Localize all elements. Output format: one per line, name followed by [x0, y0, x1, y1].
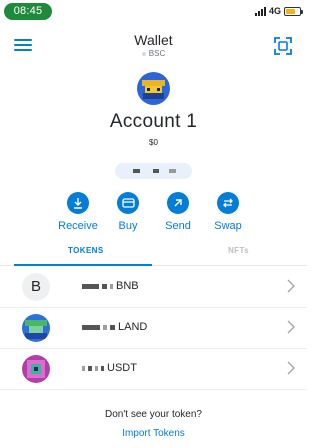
tab-tokens[interactable]: TOKENS [68, 246, 104, 255]
tab-nfts[interactable]: NFTs [228, 246, 249, 255]
status-time: 08:45 [4, 3, 52, 20]
chevron-right-icon [287, 320, 295, 334]
card-icon [117, 192, 139, 214]
status-indicators: 4G [254, 5, 303, 17]
battery-icon [284, 6, 303, 16]
active-tab-indicator [14, 264, 152, 266]
buy-button[interactable]: Buy [106, 192, 150, 232]
asset-tabs: TOKENS NFTs [0, 242, 307, 266]
buy-label: Buy [118, 220, 138, 232]
network-name: BSC [148, 49, 166, 58]
token-symbol: LAND [118, 321, 148, 333]
send-label: Send [165, 220, 191, 232]
chevron-right-icon [287, 361, 295, 375]
token-balance: LAND [82, 321, 147, 333]
page-title: Wallet [134, 32, 173, 48]
swap-button[interactable]: Swap [206, 192, 250, 232]
network-indicator[interactable]: BSC [0, 49, 307, 58]
token-balance: BNB [82, 280, 139, 292]
account-name[interactable]: Account 1 [0, 111, 307, 133]
qr-scan-icon[interactable] [273, 36, 293, 56]
arrow-up-right-icon [167, 192, 189, 214]
token-row-usdt[interactable]: USDT [0, 349, 307, 390]
token-row-bnb[interactable]: B BNB [0, 267, 307, 308]
receive-label: Receive [58, 220, 98, 232]
token-balance: USDT [82, 362, 137, 374]
account-balance: $0 [149, 138, 158, 147]
network-type: 4G [268, 6, 281, 16]
account-address-pill[interactable] [115, 163, 192, 179]
import-tokens-link[interactable]: Import Tokens [0, 428, 307, 439]
token-row-land[interactable]: LAND [0, 308, 307, 349]
swap-label: Swap [214, 220, 242, 232]
missing-token-prompt: Don't see your token? [105, 409, 202, 420]
receive-button[interactable]: Receive [56, 192, 100, 232]
usdt-token-icon [22, 355, 50, 383]
account-avatar[interactable] [137, 72, 170, 105]
land-token-icon [22, 314, 50, 342]
chevron-right-icon [287, 279, 295, 293]
network-dot-icon [141, 51, 146, 56]
status-bar: 08:45 4G [0, 0, 307, 22]
download-icon [67, 192, 89, 214]
bnb-token-icon: B [22, 273, 50, 301]
signal-icon [254, 6, 266, 16]
token-symbol: USDT [107, 362, 137, 374]
app-header: Wallet BSC [0, 24, 307, 68]
token-list: B BNB LAND USDT [0, 267, 307, 390]
wallet-actions: Receive Buy Send Swap [56, 192, 266, 236]
token-symbol: BNB [116, 280, 139, 292]
send-button[interactable]: Send [156, 192, 200, 232]
swap-icon [217, 192, 239, 214]
